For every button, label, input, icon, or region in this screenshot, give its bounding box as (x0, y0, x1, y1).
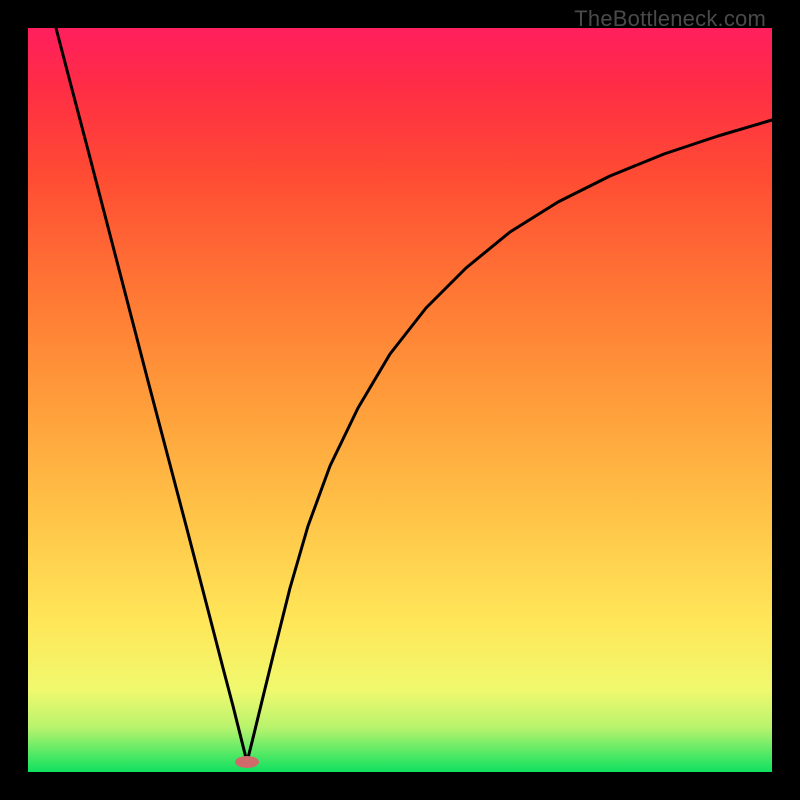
plot-area (28, 28, 772, 772)
curve-layer (28, 28, 772, 772)
chart-frame: TheBottleneck.com (0, 0, 800, 800)
watermark-text: TheBottleneck.com (574, 6, 766, 32)
minimum-marker (235, 756, 259, 768)
bottleneck-curve (56, 28, 772, 762)
